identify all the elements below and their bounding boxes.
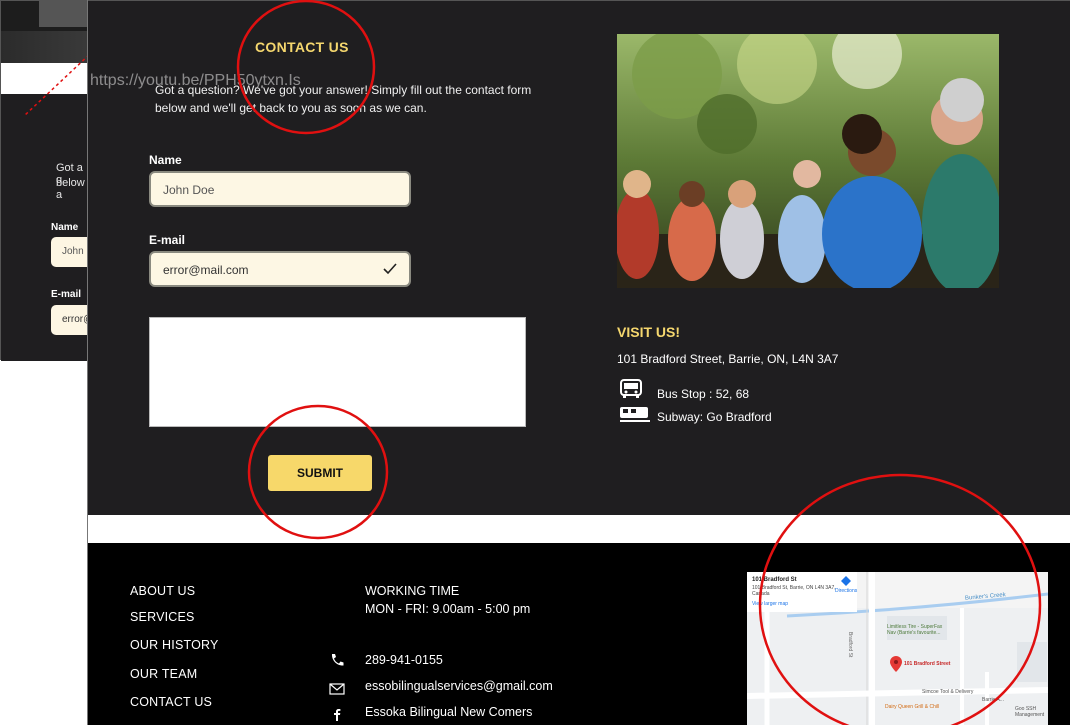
map-street-label: Bradford St (847, 632, 853, 658)
email-input[interactable]: error@mail.com (149, 251, 411, 287)
contact-title: CONTACT US (255, 39, 349, 55)
map-view-larger-link[interactable]: View larger map (752, 601, 788, 607)
bus-icon (620, 379, 642, 398)
background-contact-section: Got a q below a Name John E-mail error@ (1, 94, 96, 361)
working-hours: MON - FRI: 9.00am - 5:00 pm (365, 602, 531, 616)
map-poi-tire-desc: Nav (Barrie's favourite... (887, 630, 941, 636)
embedded-map[interactable]: 101 Bradford St 101 Bradford St, Barrie,… (747, 572, 1048, 725)
message-textarea[interactable] (149, 317, 526, 427)
visit-address: 101 Bradford Street, Barrie, ON, L4N 3A7 (617, 352, 839, 366)
background-name-label: Name (51, 222, 79, 233)
footer-link-contact[interactable]: CONTACT US (130, 695, 212, 709)
screenshot-stage: Got a q below a Name John E-mail error@ … (0, 0, 1070, 725)
footer-link-services[interactable]: SERVICES (130, 610, 195, 624)
map-poi-ssh: Goo SSH Management (1015, 706, 1045, 718)
email-value: error@mail.com (163, 263, 249, 277)
working-time-title: WORKING TIME (365, 584, 460, 598)
subway-row: Subway: Go Bradford (617, 404, 817, 426)
name-input[interactable]: John Doe (149, 171, 411, 207)
mail-icon (329, 683, 345, 695)
map-place-country: Canada (752, 591, 770, 597)
footer-link-team[interactable]: OUR TEAM (130, 667, 197, 681)
footer-email[interactable]: essobilingualservices@gmail.com (365, 679, 553, 693)
map-poi-dairy: Dairy Queen Grill & Chill (885, 704, 940, 710)
name-label: Name (149, 153, 182, 167)
map-poi-simcoe: Simcoe Tool & Delivery (922, 689, 974, 695)
map-place-title: 101 Bradford St (752, 577, 797, 583)
map-directions-link[interactable]: Directions (835, 588, 857, 594)
phone-icon (331, 654, 344, 666)
footer: ABOUT US SERVICES OUR HISTORY OUR TEAM C… (88, 543, 1070, 725)
contact-intro-line1: Got a question? We've got your answer! S… (155, 83, 532, 97)
section-divider (88, 515, 1070, 543)
group-photo-illustration (617, 34, 999, 288)
contact-intro: Got a question? We've got your answer! S… (155, 81, 535, 117)
contact-page-screenshot: https://youtu.be/PPH50ytxn.Is CONTACT US… (87, 0, 1070, 725)
email-label: E-mail (149, 233, 186, 247)
visit-title: VISIT US! (617, 324, 681, 340)
bus-row: Bus Stop : 52, 68 (617, 379, 817, 401)
background-email-label: E-mail (51, 289, 82, 300)
contact-section: https://youtu.be/PPH50ytxn.Is CONTACT US… (88, 0, 1070, 515)
footer-link-about[interactable]: ABOUT US (130, 584, 195, 598)
bus-stop-text: Bus Stop : 52, 68 (657, 387, 750, 401)
contact-intro-line2: below and we'll get back to you as soon … (155, 101, 427, 115)
footer-facebook[interactable]: Essoka Bilingual New Comers (365, 705, 532, 719)
subway-text: Subway: Go Bradford (657, 410, 772, 424)
subway-icon (620, 407, 650, 422)
map-poi-misc: Barrie A... (982, 697, 1004, 703)
group-photo (617, 34, 999, 288)
map-pin-label: 101 Bradford Street (904, 661, 951, 667)
footer-link-history[interactable]: OUR HISTORY (130, 638, 219, 652)
check-icon (383, 263, 397, 275)
background-intro-line2: below a (56, 177, 85, 201)
map-pin-icon[interactable] (890, 656, 902, 672)
submit-button[interactable]: SUBMIT (268, 455, 372, 491)
footer-phone[interactable]: 289-941-0155 (365, 653, 443, 667)
facebook-icon (334, 709, 341, 721)
directions-icon[interactable] (841, 576, 851, 586)
